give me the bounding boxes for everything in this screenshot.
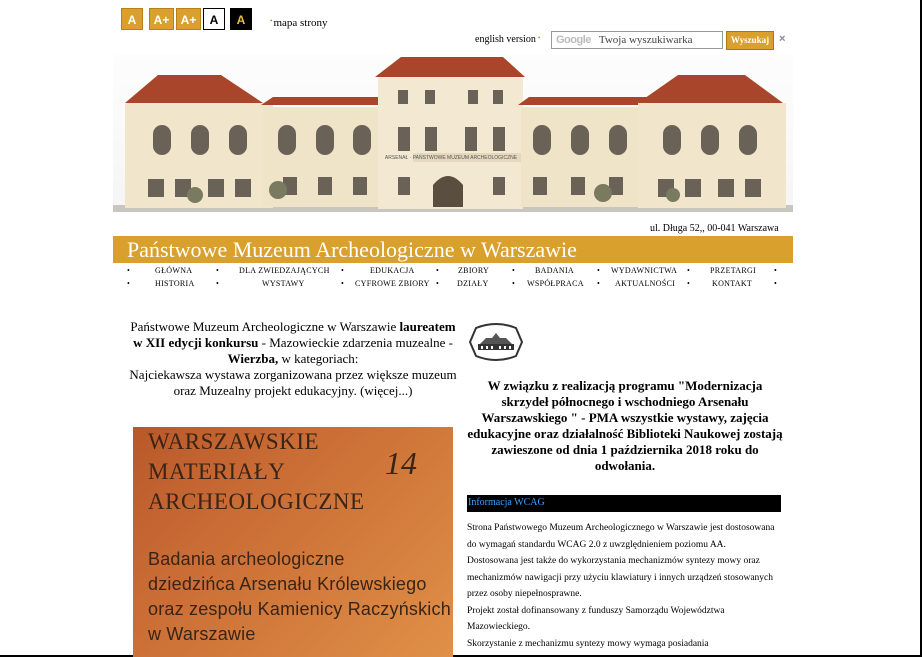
- hero-building-image: ARSENAŁ · PAŃSTWOWE MUZEUM ARCHEOLOGICZN…: [113, 55, 793, 212]
- museum-address: ul. Długa 52,, 00-041 Warszawa: [650, 223, 779, 234]
- nav-bullet: •: [341, 279, 344, 288]
- wcag-paragraph: Strona Państwowego Muzeum Archeologiczne…: [467, 523, 775, 550]
- contrast-high-button[interactable]: A: [230, 8, 252, 30]
- award-text: Państwowe Muzeum Archeologiczne w Warsza…: [130, 319, 400, 334]
- wcag-info-heading: Informacja WCAG: [467, 495, 781, 512]
- closure-notice: W związku z realizacją programu "Moderni…: [467, 378, 783, 473]
- nav-bullet: •: [687, 266, 690, 275]
- nav-bullet: •: [216, 266, 219, 275]
- publication-cover-image[interactable]: WARSZAWSKIE MATERIAŁY ARCHEOLOGICZNE 14 …: [133, 427, 453, 657]
- nav-item-wspolpraca[interactable]: WSPÓŁPRACA: [527, 279, 584, 288]
- nav-item-edukacja[interactable]: EDUKACJA: [370, 266, 415, 275]
- nav-bullet: •: [687, 279, 690, 288]
- nav-item-wydawnictwa[interactable]: WYDAWNICTWA: [611, 266, 677, 275]
- clear-search-icon[interactable]: ×: [779, 33, 785, 45]
- font-size-larger-button[interactable]: A+: [149, 8, 174, 30]
- award-text: - Mazowieckie zdarzenia muzealne -: [258, 335, 453, 350]
- cover-title-line: MATERIAŁY: [148, 459, 286, 484]
- award-text-bold: Wierzba,: [227, 351, 279, 366]
- award-announcement[interactable]: Państwowe Muzeum Archeologiczne w Warsza…: [128, 319, 458, 399]
- contrast-normal-button[interactable]: A: [203, 8, 225, 30]
- cover-subtitle-line: oraz zespołu Kamienicy Raczyńskich: [148, 599, 451, 619]
- award-more-link[interactable]: Najciekawsza wystawa zorganizowana przez…: [129, 367, 456, 398]
- nav-bullet: •: [774, 266, 777, 275]
- nav-item-przetargi[interactable]: PRZETARGI: [710, 266, 756, 275]
- cover-title-line: ARCHEOLOGICZNE: [148, 489, 365, 514]
- nav-item-historia[interactable]: HISTORIA: [155, 279, 195, 288]
- nav-item-kontakt[interactable]: KONTAKT: [712, 279, 752, 288]
- nav-bullet: •: [436, 266, 439, 275]
- nav-bullet: •: [512, 279, 515, 288]
- nav-bullet: •: [436, 279, 439, 288]
- search-button[interactable]: Wyszukaj: [726, 31, 774, 50]
- award-text: w kategoriach:: [278, 351, 359, 366]
- wcag-paragraph: Skorzystanie z mechanizmu syntezy mowy w…: [467, 638, 709, 649]
- nav-item-badania[interactable]: BADANIA: [535, 266, 574, 275]
- building-sign-text: ARSENAŁ · PAŃSTWOWE MUZEUM ARCHEOLOGICZN…: [385, 154, 518, 161]
- sitemap-link[interactable]: mapa strony: [270, 17, 327, 29]
- nav-bullet: •: [597, 266, 600, 275]
- search-placeholder: Twoja wyszukiwarka: [598, 34, 693, 46]
- museum-logo-icon: [468, 322, 524, 362]
- cover-issue-number: 14: [385, 445, 417, 481]
- site-title: Państwowe Muzeum Archeologiczne w Warsza…: [127, 237, 577, 262]
- font-size-largest-button[interactable]: A+: [176, 8, 201, 30]
- nav-bullet: •: [512, 266, 515, 275]
- search-input[interactable]: Google Twoja wyszukiwarka: [551, 31, 723, 49]
- nav-bullet: •: [341, 266, 344, 275]
- wcag-paragraph: Dostosowana jest także do wykorzystania …: [467, 556, 774, 599]
- wcag-info-text: Strona Państwowego Muzeum Archeologiczne…: [467, 520, 785, 652]
- nav-bullet: •: [597, 279, 600, 288]
- nav-item-zbiory[interactable]: ZBIORY: [458, 266, 489, 275]
- nav-bullet: •: [127, 279, 130, 288]
- google-logo: Google: [556, 34, 591, 46]
- nav-item-glowna[interactable]: GŁÓWNA: [155, 266, 192, 275]
- nav-bullet: •: [774, 279, 777, 288]
- nav-item-dzialy[interactable]: DZIAŁY: [457, 279, 489, 288]
- font-size-normal-button[interactable]: A: [121, 8, 143, 30]
- nav-item-dla-zwiedzajacych[interactable]: DLA ZWIEDZAJĄCYCH: [239, 266, 330, 275]
- nav-bullet: •: [127, 266, 130, 275]
- nav-item-aktualnosci[interactable]: AKTUALNOŚCI: [615, 279, 675, 288]
- english-version-link[interactable]: english version: [475, 34, 540, 45]
- site-title-bar: Państwowe Muzeum Archeologiczne w Warsza…: [113, 236, 793, 263]
- cover-title-line: WARSZAWSKIE: [148, 429, 320, 454]
- wcag-paragraph: Projekt został dofinansowany z funduszy …: [467, 605, 725, 633]
- nav-item-wystawy[interactable]: WYSTAWY: [262, 279, 305, 288]
- nav-bullet: •: [216, 279, 219, 288]
- nav-item-cyfrowe-zbiory[interactable]: CYFROWE ZBIORY: [355, 279, 430, 288]
- cover-subtitle-line: Badania archeologiczne: [148, 549, 345, 569]
- cover-subtitle-line: w Warszawie: [148, 624, 256, 644]
- cover-subtitle-line: dziedzińca Arsenału Królewskiego: [148, 574, 427, 594]
